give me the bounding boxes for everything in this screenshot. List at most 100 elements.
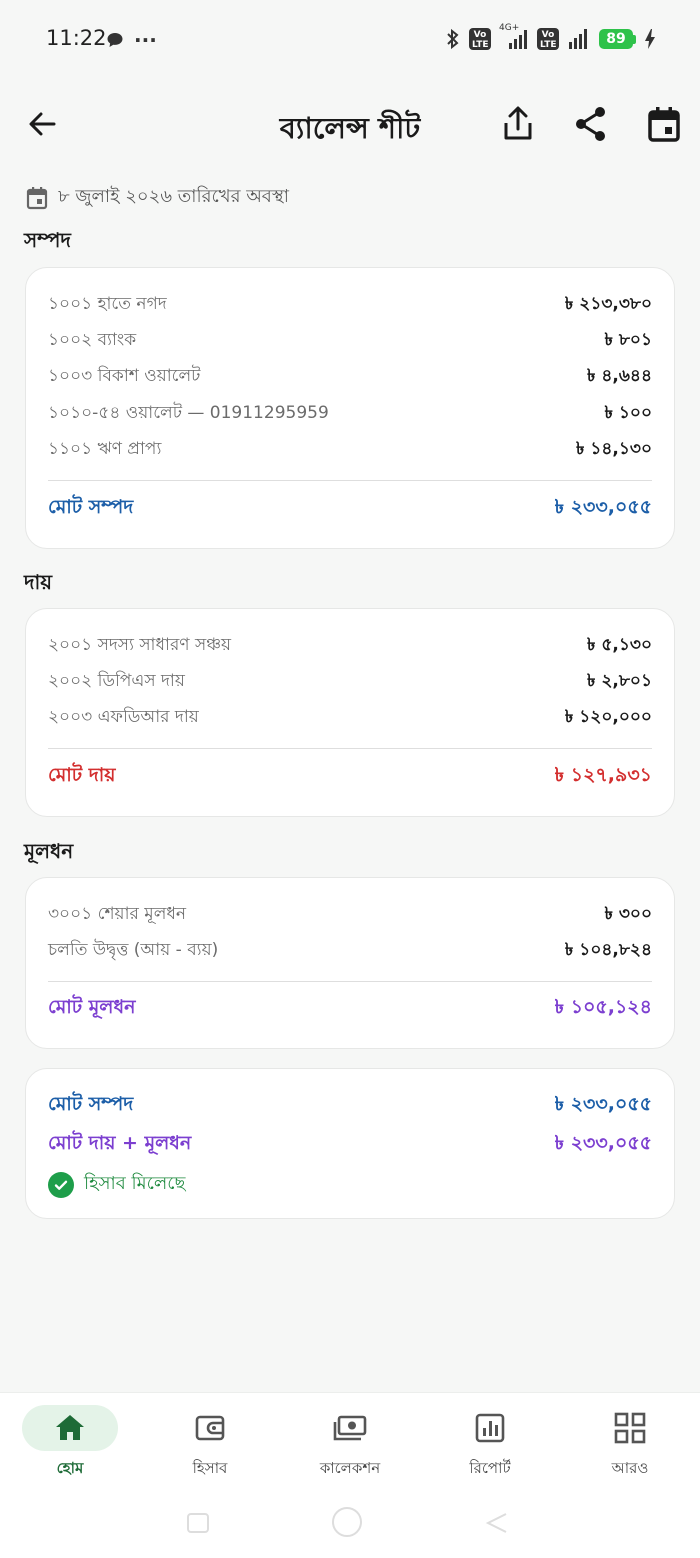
table-row: ৩০০১ শেয়ার মূলধন ৳ ৩০০ bbox=[48, 900, 652, 930]
more-notifications: ··· bbox=[134, 28, 157, 52]
status-notification-icons: ··· bbox=[106, 28, 157, 52]
balanced-status: হিসাব মিলেছে bbox=[48, 1169, 185, 1200]
account-label: চলতি উদ্বৃত্ত (আয় - ব্যয়) bbox=[48, 940, 219, 960]
divider bbox=[48, 981, 652, 982]
summary-assets-row: মোট সম্পদ ৳ ২৩৩,০৫৫ bbox=[48, 1091, 652, 1121]
bottom-navigation: হোম হিসাব কালেকশন রিপোর্ট আরও bbox=[0, 1392, 700, 1492]
report-icon bbox=[475, 1413, 505, 1443]
account-label: ১১০১ ঋণ প্রাপ্য bbox=[48, 439, 162, 459]
status-system-icons: Vo LTE 4G+ Vo LTE 89 bbox=[445, 23, 656, 51]
table-row: ১১০১ ঋণ প্রাপ্য ৳ ১৪,১৩০ bbox=[48, 435, 652, 465]
bluetooth-icon bbox=[447, 28, 459, 50]
nav-item-accounts[interactable]: হিসাব bbox=[140, 1393, 280, 1493]
account-value: ৳ ৩০০ bbox=[604, 904, 652, 924]
nav-label: হোম bbox=[56, 1459, 84, 1477]
volte-badge-2: Vo LTE bbox=[537, 28, 559, 50]
nav-label: কালেকশন bbox=[319, 1459, 381, 1477]
account-value: ৳ ১০০ bbox=[604, 403, 652, 423]
as-of-date-text: ৮ জুলাই ২০২৬ তারিখের অবস্থা bbox=[58, 186, 289, 207]
liabilities-card: ২০০১ সদস্য সাধারণ সঞ্চয় ৳ ৫,১৩০ ২০০২ ডি… bbox=[25, 608, 675, 817]
account-label: ৩০০১ শেয়ার মূলধন bbox=[48, 904, 187, 924]
volte-badge-1: Vo LTE bbox=[469, 28, 491, 50]
balanced-text: হিসাব মিলেছে bbox=[84, 1173, 186, 1194]
divider bbox=[48, 480, 652, 481]
table-row: ২০০২ ডিপিএস দায় ৳ ২,৮০১ bbox=[48, 667, 652, 697]
table-row: চলতি উদ্বৃত্ত (আয় - ব্যয়) ৳ ১০৪,৮২৪ bbox=[48, 936, 652, 966]
total-liabilities-value: ৳ ১২৭,৯৩১ bbox=[554, 764, 652, 786]
calendar-icon[interactable] bbox=[646, 105, 682, 143]
account-value: ৳ ২,৮০১ bbox=[586, 671, 652, 691]
total-row: মোট দায় ৳ ১২৭,৯৩১ bbox=[48, 762, 652, 792]
account-label: ২০০২ ডিপিএস দায় bbox=[48, 671, 185, 691]
nav-item-collection[interactable]: কালেকশন bbox=[280, 1393, 420, 1493]
table-row: ১০০১ হাতে নগদ ৳ ২১৩,৩৮০ bbox=[48, 290, 652, 320]
equity-heading: মূলধন bbox=[24, 839, 74, 863]
account-value: ৳ ৮০১ bbox=[604, 330, 652, 350]
calendar-small-icon bbox=[26, 186, 48, 209]
grid-icon bbox=[614, 1412, 646, 1444]
total-liabilities-label: মোট দায় bbox=[48, 764, 116, 786]
total-equity-value: ৳ ১০৫,১২৪ bbox=[554, 996, 652, 1018]
total-assets-label: মোট সম্পদ bbox=[48, 496, 134, 518]
back-triangle-icon[interactable] bbox=[484, 1512, 508, 1534]
summary-assets-label: মোট সম্পদ bbox=[48, 1093, 134, 1115]
app-bar: ব্যালেন্স শীট bbox=[0, 90, 700, 160]
battery-indicator: 89 bbox=[599, 29, 636, 49]
assets-heading: সম্পদ bbox=[24, 228, 71, 252]
share-icon[interactable] bbox=[573, 105, 609, 143]
account-label: ১০১০-৫৪ ওয়ালেট — 01911295959 bbox=[48, 403, 329, 423]
system-navigation-bar bbox=[0, 1492, 700, 1558]
account-label: ১০০১ হাতে নগদ bbox=[48, 294, 167, 314]
status-bar: 11:22 ··· Vo LTE 4G+ Vo LTE 89 bbox=[0, 0, 700, 80]
table-row: ২০০৩ এফডিআর দায় ৳ ১২০,০০০ bbox=[48, 703, 652, 733]
cash-icon bbox=[333, 1415, 367, 1441]
account-value: ৳ ৪,৬৪৪ bbox=[587, 366, 652, 386]
home-icon bbox=[56, 1415, 84, 1440]
nav-label: আরও bbox=[611, 1459, 649, 1477]
divider bbox=[48, 748, 652, 749]
account-value: ৳ ৫,১৩০ bbox=[586, 635, 652, 655]
as-of-date: ৮ জুলাই ২০২৬ তারিখের অবস্থা bbox=[26, 182, 289, 213]
nav-item-more[interactable]: আরও bbox=[560, 1393, 700, 1493]
summary-card: মোট সম্পদ ৳ ২৩৩,০৫৫ মোট দায় + মূলধন ৳ ২… bbox=[25, 1068, 675, 1219]
home-circle-icon[interactable] bbox=[331, 1506, 363, 1538]
summary-assets-value: ৳ ২৩৩,০৫৫ bbox=[554, 1093, 652, 1115]
total-row: মোট সম্পদ ৳ ২৩৩,০৫৫ bbox=[48, 494, 652, 524]
recent-apps-icon[interactable] bbox=[186, 1512, 210, 1534]
total-assets-value: ৳ ২৩৩,০৫৫ bbox=[554, 496, 652, 518]
account-value: ৳ ২১৩,৩৮০ bbox=[564, 294, 652, 314]
table-row: ১০০৩ বিকাশ ওয়ালেট ৳ ৪,৬৪৪ bbox=[48, 362, 652, 392]
account-value: ৳ ১০৪,৮২৪ bbox=[564, 940, 652, 960]
account-value: ৳ ১৪,১৩০ bbox=[575, 439, 652, 459]
total-row: মোট মূলধন ৳ ১০৫,১২৪ bbox=[48, 994, 652, 1024]
nav-label: রিপোর্ট bbox=[469, 1459, 511, 1477]
summary-liab-equity-label: মোট দায় + মূলধন bbox=[48, 1132, 192, 1154]
network-type: 4G+ bbox=[499, 23, 520, 33]
liabilities-heading: দায় bbox=[24, 570, 53, 594]
table-row: ২০০১ সদস্য সাধারণ সঞ্চয় ৳ ৫,১৩০ bbox=[48, 631, 652, 661]
account-label: ১০০২ ব্যাংক bbox=[48, 330, 137, 350]
account-value: ৳ ১২০,০০০ bbox=[564, 707, 652, 727]
table-row: ১০০২ ব্যাংক ৳ ৮০১ bbox=[48, 326, 652, 356]
signal-bars-icon-2 bbox=[569, 29, 587, 49]
check-circle-icon bbox=[48, 1171, 74, 1198]
table-row: ১০১০-৫৪ ওয়ালেট — 01911295959 ৳ ১০০ bbox=[48, 399, 652, 429]
account-label: ২০০১ সদস্য সাধারণ সঞ্চয় bbox=[48, 635, 232, 655]
total-equity-label: মোট মূলধন bbox=[48, 996, 136, 1018]
status-time: 11:22 bbox=[46, 26, 107, 50]
nav-item-report[interactable]: রিপোর্ট bbox=[420, 1393, 560, 1493]
summary-liab-equity-value: ৳ ২৩৩,০৫৫ bbox=[554, 1132, 652, 1154]
charging-icon bbox=[645, 29, 655, 49]
nav-item-home[interactable]: হোম bbox=[0, 1393, 140, 1493]
chat-bubble-icon bbox=[107, 33, 123, 47]
account-label: ১০০৩ বিকাশ ওয়ালেট bbox=[48, 366, 201, 386]
nav-label: হিসাব bbox=[192, 1459, 228, 1477]
assets-card: ১০০১ হাতে নগদ ৳ ২১৩,৩৮০ ১০০২ ব্যাংক ৳ ৮০… bbox=[25, 267, 675, 549]
account-label: ২০০৩ এফডিআর দায় bbox=[48, 707, 199, 727]
signal-4g-icon: 4G+ bbox=[499, 23, 529, 51]
export-icon[interactable] bbox=[500, 105, 536, 143]
battery-level: 89 bbox=[599, 29, 633, 49]
summary-liab-equity-row: মোট দায় + মূলধন ৳ ২৩৩,০৫৫ bbox=[48, 1130, 652, 1160]
equity-card: ৩০০১ শেয়ার মূলধন ৳ ৩০০ চলতি উদ্বৃত্ত (আ… bbox=[25, 877, 675, 1049]
wallet-icon bbox=[195, 1415, 225, 1441]
